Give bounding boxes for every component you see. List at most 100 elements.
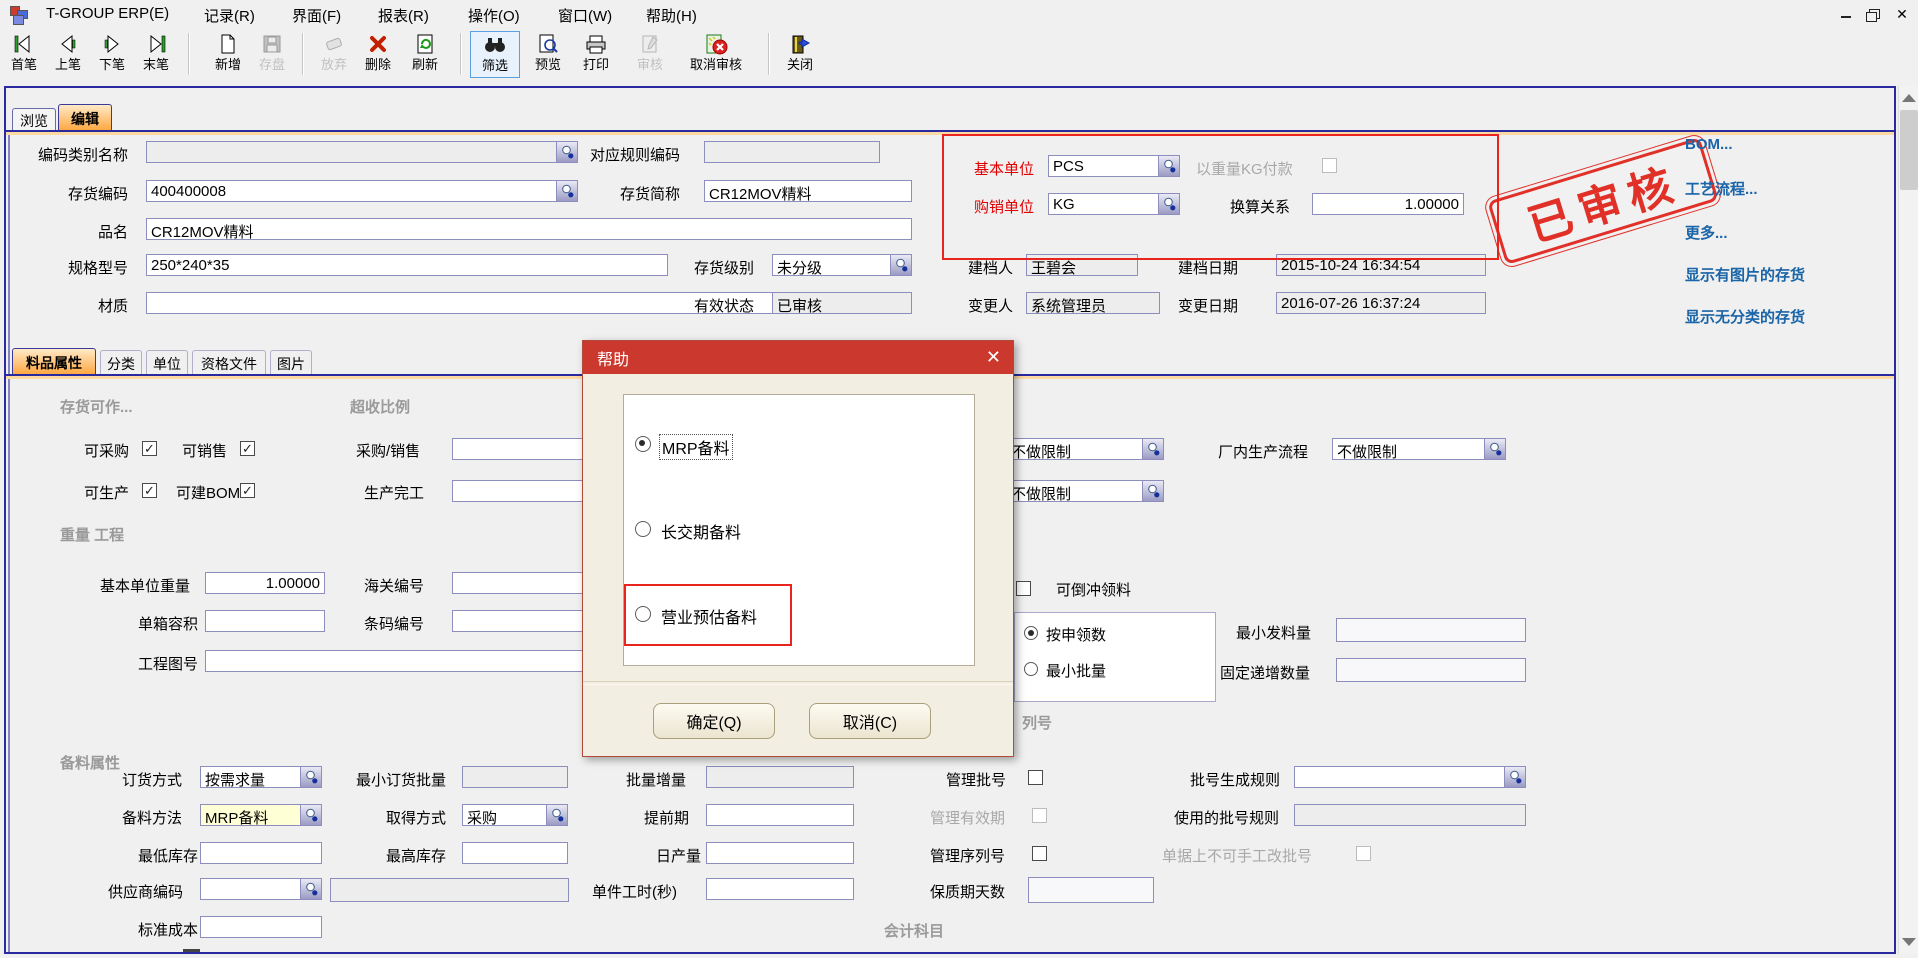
min-stock-field[interactable] — [200, 842, 322, 864]
subtab-item-attrs[interactable]: 料品属性 — [12, 348, 96, 374]
factory-flow-field[interactable]: 不做限制 — [1332, 438, 1506, 460]
subtab-category[interactable]: 分类 — [100, 350, 142, 374]
lookup-icon[interactable] — [300, 767, 321, 787]
lookup-icon[interactable] — [1504, 767, 1525, 787]
product-name-field[interactable]: CR12MOV精料 — [146, 218, 912, 240]
supplier-code-field[interactable] — [200, 878, 322, 900]
help-dialog-titlebar[interactable]: 帮助 — [583, 341, 1013, 374]
scroll-up-icon[interactable] — [1902, 94, 1916, 102]
no-limit-field-2[interactable]: 不做限制 — [1006, 480, 1164, 502]
toolbar-audit: 审核 — [628, 31, 672, 78]
manage-validity-label: 管理有效期 — [930, 807, 1005, 828]
vertical-scrollbar[interactable] — [1898, 86, 1918, 954]
daily-output-field[interactable] — [706, 842, 854, 864]
menu-report[interactable]: 报表(R) — [378, 5, 429, 26]
sellable-checkbox[interactable] — [240, 441, 255, 456]
reserve-method-field[interactable]: MRP备料 — [200, 804, 322, 826]
producible-checkbox[interactable] — [142, 483, 157, 498]
menu-window[interactable]: 窗口(W) — [558, 5, 612, 26]
link-show-unclassified[interactable]: 显示无分类的存货 — [1685, 306, 1805, 327]
lookup-icon[interactable] — [1142, 439, 1163, 459]
create-date-label: 建档日期 — [1178, 257, 1238, 278]
lookup-icon[interactable] — [300, 879, 321, 899]
toolbar-preview[interactable]: 预览 — [526, 31, 570, 78]
min-batch-radio[interactable] — [1024, 662, 1038, 676]
toolbar-last-record[interactable]: 末笔 — [134, 31, 178, 78]
manage-batch-checkbox[interactable] — [1028, 770, 1043, 785]
code-category-field[interactable] — [146, 141, 578, 163]
order-mode-field[interactable]: 按需求量 — [200, 766, 322, 788]
scrollbar-thumb[interactable] — [1900, 110, 1918, 190]
menu-operation[interactable]: 操作(O) — [468, 5, 520, 26]
base-weight-field[interactable]: 1.00000 — [205, 572, 325, 594]
toolbar-filter[interactable]: 筛选 — [470, 31, 520, 78]
toolbar-prev-record[interactable]: 上笔 — [46, 31, 90, 78]
dialog-cancel-button[interactable]: 取消(C) — [809, 703, 931, 739]
lookup-icon[interactable] — [556, 181, 577, 201]
tab-edit[interactable]: 编辑 — [58, 104, 112, 130]
inventory-level-field[interactable]: 未分级 — [772, 254, 912, 276]
shelf-days-field[interactable] — [1028, 877, 1154, 903]
toolbar-close[interactable]: 关闭 — [778, 31, 822, 78]
fixed-increment-field[interactable] — [1336, 658, 1526, 682]
batch-rule-field[interactable] — [1294, 766, 1526, 788]
subtab-qualification[interactable]: 资格文件 — [192, 350, 266, 374]
dialog-close-icon[interactable]: ✕ — [986, 347, 1001, 368]
item-abbr-field[interactable]: CR12MOV精料 — [704, 180, 912, 202]
fixed-increment-label: 固定递增数量 — [1220, 662, 1310, 683]
toolbar-refresh[interactable]: 刷新 — [402, 31, 448, 78]
link-show-with-image[interactable]: 显示有图片的存货 — [1685, 264, 1805, 285]
can-bom-checkbox[interactable] — [240, 483, 255, 498]
toolbar-cancel-audit[interactable]: 取消审核 — [674, 31, 758, 78]
production-done-label: 生产完工 — [364, 482, 424, 503]
box-volume-field[interactable] — [205, 610, 325, 632]
tab-browse[interactable]: 浏览 — [12, 108, 56, 130]
menu-app[interactable]: T-GROUP ERP(E) — [46, 5, 169, 22]
lookup-icon[interactable] — [300, 805, 321, 825]
lookup-icon[interactable] — [1484, 439, 1505, 459]
manage-serial-checkbox[interactable] — [1032, 846, 1047, 861]
toolbar-new[interactable]: 新增 — [206, 31, 250, 78]
lead-time-field[interactable] — [706, 804, 854, 826]
min-issue-field[interactable] — [1336, 618, 1526, 642]
toolbar-first-record[interactable]: 首笔 — [2, 31, 46, 78]
item-code-field[interactable]: 400400008 — [146, 180, 578, 202]
unit-hours-field[interactable] — [706, 878, 854, 900]
dialog-ok-button[interactable]: 确定(Q) — [653, 703, 775, 739]
spec-model-field[interactable]: 250*240*35 — [146, 254, 668, 276]
toolbar-delete[interactable]: 删除 — [356, 31, 400, 78]
restore-button[interactable] — [1862, 6, 1882, 24]
subtab-image[interactable]: 图片 — [270, 350, 312, 374]
purchasable-checkbox[interactable] — [142, 441, 157, 456]
minimize-button[interactable] — [1836, 6, 1856, 24]
cancel-audit-icon — [674, 31, 758, 57]
lookup-icon[interactable] — [890, 255, 911, 275]
long-leadtime-label[interactable]: 长交期备料 — [661, 519, 741, 543]
toolbar-next-record[interactable]: 下笔 — [90, 31, 134, 78]
std-cost-field[interactable] — [200, 916, 322, 938]
mrp-reserve-radio[interactable] — [635, 436, 651, 452]
scroll-down-icon[interactable] — [1902, 938, 1916, 946]
backflush-checkbox[interactable] — [1016, 581, 1031, 596]
menu-help[interactable]: 帮助(H) — [646, 5, 697, 26]
drawing-no-field[interactable] — [205, 650, 640, 672]
acquire-mode-field[interactable]: 采购 — [462, 804, 568, 826]
close-window-button[interactable]: ✕ — [1892, 6, 1912, 24]
link-process-flow[interactable]: 工艺流程... — [1685, 178, 1758, 199]
long-leadtime-radio[interactable] — [635, 521, 651, 537]
menu-interface[interactable]: 界面(F) — [292, 5, 341, 26]
mrp-reserve-label[interactable]: MRP备料 — [659, 434, 733, 460]
by-request-radio[interactable] — [1024, 626, 1038, 640]
max-stock-field[interactable] — [462, 842, 568, 864]
no-limit-field-1[interactable]: 不做限制 — [1006, 438, 1164, 460]
lookup-icon[interactable] — [546, 805, 567, 825]
link-bom[interactable]: BOM... — [1685, 136, 1733, 153]
toolbar-print[interactable]: 打印 — [574, 31, 618, 78]
link-more[interactable]: 更多... — [1685, 222, 1728, 243]
subtab-unit[interactable]: 单位 — [146, 350, 188, 374]
rule-code-field[interactable] — [704, 141, 880, 163]
lookup-icon[interactable] — [1142, 481, 1163, 501]
menu-record[interactable]: 记录(R) — [204, 5, 255, 26]
drawing-no-label: 工程图号 — [138, 653, 198, 674]
lookup-icon[interactable] — [556, 142, 577, 162]
